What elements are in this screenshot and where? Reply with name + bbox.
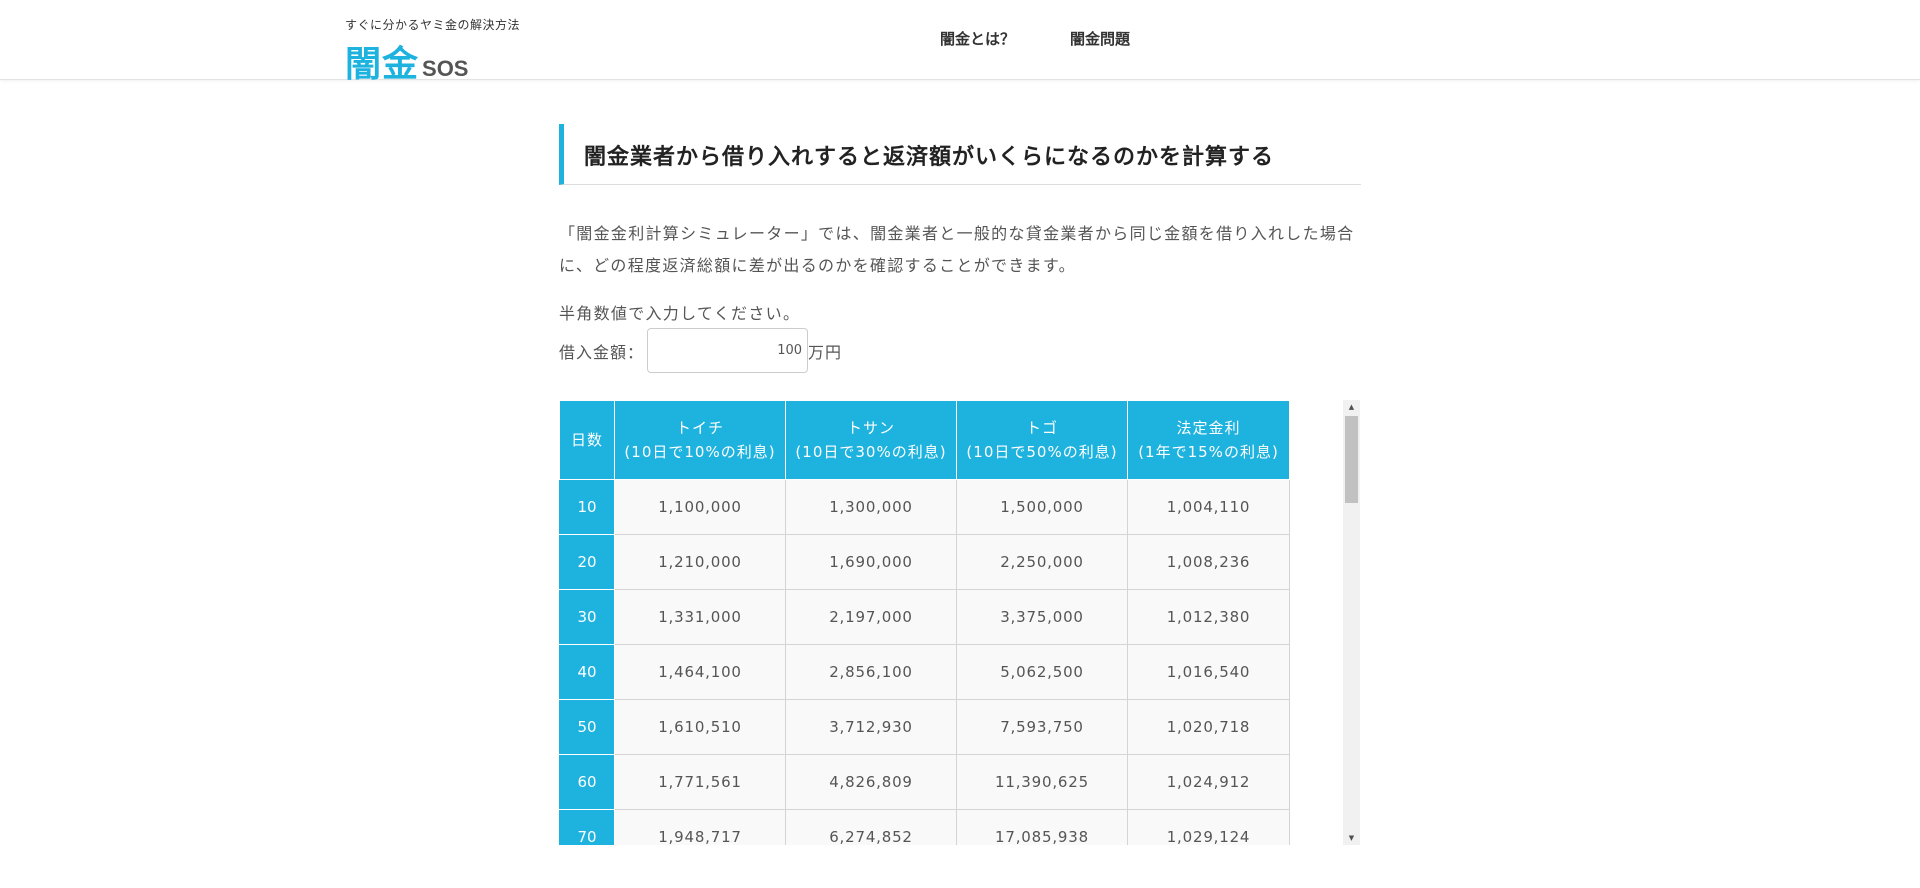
column-header-name: トサン: [846, 419, 895, 437]
table-cell: 4,826,809: [785, 754, 957, 810]
table-cell: 2,197,000: [785, 589, 957, 645]
logo-sos: SOS: [422, 56, 469, 81]
column-header-togo: トゴ (10日で50%の利息): [956, 400, 1128, 480]
table-cell: 1,771,561: [614, 754, 786, 810]
scroll-up-arrow-icon[interactable]: ▲: [1343, 400, 1360, 414]
simulation-table: 日数 トイチ (10日で10%の利息) トサン (10日で30%の利息) トゴ …: [559, 400, 1290, 845]
table-cell: 1,020,718: [1127, 699, 1290, 755]
loan-amount-label: 借入金額：: [559, 342, 645, 362]
table-row: 30 1,331,000 2,197,000 3,375,000 1,012,3…: [559, 589, 1290, 645]
row-days-cell: 60: [559, 754, 615, 810]
table-cell: 1,610,510: [614, 699, 786, 755]
nav-item-what-is-yamikin[interactable]: 闇金とは？: [940, 28, 1015, 49]
table-cell: 6,274,852: [785, 809, 957, 845]
site-header: すぐに分かるヤミ金の解決方法 闇金 SOS 闇金とは？ 闇金問題: [0, 0, 1920, 85]
loan-amount-row: 借入金額： 万円: [559, 328, 1361, 373]
table-scrollbar[interactable]: ▲ ▼: [1343, 400, 1360, 845]
logo-wordmark: 闇金 SOS: [345, 35, 520, 87]
row-days-cell: 30: [559, 589, 615, 645]
table-cell: 5,062,500: [956, 644, 1128, 700]
column-header-name: 法定金利: [1176, 419, 1241, 437]
table-row: 10 1,100,000 1,300,000 1,500,000 1,004,1…: [559, 479, 1290, 535]
table-cell: 3,375,000: [956, 589, 1128, 645]
row-days-cell: 40: [559, 644, 615, 700]
column-header-name: トゴ: [1025, 419, 1058, 437]
intro-text: 「闇金金利計算シミュレーター」では、闇金業者と一般的な貸金業者から同じ金額を借り…: [559, 224, 1355, 275]
global-nav: 闇金とは？ 闇金問題: [940, 28, 1185, 49]
table-cell: 1,024,912: [1127, 754, 1290, 810]
table-row: 60 1,771,561 4,826,809 11,390,625 1,024,…: [559, 754, 1290, 810]
loan-amount-input[interactable]: [647, 328, 809, 373]
nav-item-yamikin-problems[interactable]: 闇金問題: [1070, 28, 1130, 49]
table-cell: 1,012,380: [1127, 589, 1290, 645]
table-cell: 11,390,625: [956, 754, 1128, 810]
table-cell: 2,856,100: [785, 644, 957, 700]
column-header-tosan: トサン (10日で30%の利息): [785, 400, 957, 480]
column-header-legal-rate: 法定金利 (1年で15%の利息): [1127, 400, 1290, 480]
section-heading: 闇金業者から借り入れすると返済額がいくらになるのかを計算する: [559, 124, 1361, 185]
table-row: 20 1,210,000 1,690,000 2,250,000 1,008,2…: [559, 534, 1290, 590]
loan-amount-unit: 万円: [808, 342, 843, 362]
row-days-cell: 70: [559, 809, 615, 845]
scrollbar-thumb[interactable]: [1345, 416, 1358, 503]
table-cell: 3,712,930: [785, 699, 957, 755]
row-days-cell: 20: [559, 534, 615, 590]
table-cell: 2,250,000: [956, 534, 1128, 590]
table-row: 50 1,610,510 3,712,930 7,593,750 1,020,7…: [559, 699, 1290, 755]
table-row: 40 1,464,100 2,856,100 5,062,500 1,016,5…: [559, 644, 1290, 700]
column-header-note: (10日で30%の利息): [795, 443, 947, 461]
table-cell: 1,464,100: [614, 644, 786, 700]
column-header-toichi: トイチ (10日で10%の利息): [614, 400, 786, 480]
table-cell: 1,948,717: [614, 809, 786, 845]
table-cell: 1,690,000: [785, 534, 957, 590]
column-header-note: (10日で10%の利息): [624, 443, 776, 461]
table-cell: 1,331,000: [614, 589, 786, 645]
table-header-row: 日数 トイチ (10日で10%の利息) トサン (10日で30%の利息) トゴ …: [559, 400, 1290, 480]
input-instruction: 半角数値で入力してください。: [559, 304, 801, 323]
row-days-cell: 50: [559, 699, 615, 755]
main-content: 闇金業者から借り入れすると返済額がいくらになるのかを計算する 「闇金金利計算シミ…: [559, 124, 1361, 845]
table-cell: 7,593,750: [956, 699, 1128, 755]
table-row: 70 1,948,717 6,274,852 17,085,938 1,029,…: [559, 809, 1290, 845]
row-days-cell: 10: [559, 479, 615, 535]
table-cell: 1,004,110: [1127, 479, 1290, 535]
table-cell: 1,500,000: [956, 479, 1128, 535]
column-header-note: (1年で15%の利息): [1138, 443, 1279, 461]
table-cell: 1,100,000: [614, 479, 786, 535]
table-cell: 17,085,938: [956, 809, 1128, 845]
table-cell: 1,210,000: [614, 534, 786, 590]
table-cell: 1,029,124: [1127, 809, 1290, 845]
column-header-name: トイチ: [675, 419, 724, 437]
site-logo[interactable]: すぐに分かるヤミ金の解決方法 闇金 SOS: [345, 16, 520, 87]
column-header-days: 日数: [559, 400, 615, 480]
table-cell: 1,016,540: [1127, 644, 1290, 700]
table-cell: 1,008,236: [1127, 534, 1290, 590]
simulation-table-container[interactable]: 日数 トイチ (10日で10%の利息) トサン (10日で30%の利息) トゴ …: [559, 400, 1361, 845]
table-cell: 1,300,000: [785, 479, 957, 535]
column-header-note: (10日で50%の利息): [966, 443, 1118, 461]
logo-tagline: すぐに分かるヤミ金の解決方法: [345, 18, 521, 32]
scroll-down-arrow-icon[interactable]: ▼: [1343, 831, 1360, 845]
logo-kanji: 闇金: [345, 44, 420, 85]
